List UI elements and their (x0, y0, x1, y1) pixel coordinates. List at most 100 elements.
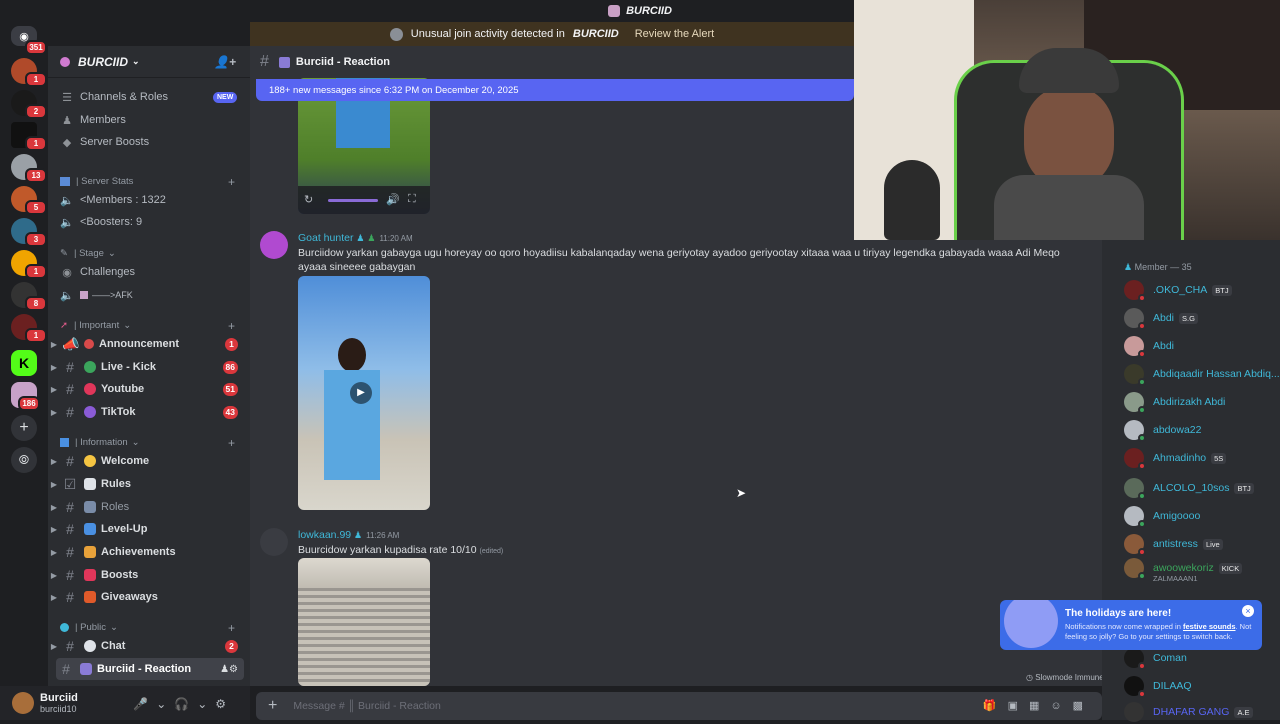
avatar (1124, 336, 1146, 358)
member-tag: Live (1202, 538, 1223, 550)
author-name[interactable]: lowkaan.99 (298, 529, 351, 541)
speaker-icon: 🔈 (60, 216, 74, 229)
new-messages-bar[interactable]: 188+ new messages since 6:32 PM on Decem… (256, 79, 854, 101)
channel-chat[interactable]: ▶ # Chat 2 (48, 635, 250, 657)
message-input[interactable]: + Message # ║ Burciid - Reaction 🎁▣▦☺▩ (256, 692, 1102, 720)
category-public[interactable]: | Public ⌄ + (60, 621, 235, 635)
message-author[interactable]: lowkaan.99 ♟ 11:26 AM (298, 529, 399, 541)
member-item[interactable]: antistress Live (1124, 532, 1223, 556)
member-item[interactable]: Abdiqaadir Hassan Abdiq... (1124, 362, 1280, 386)
stage-challenges[interactable]: ◉ Challenges (60, 262, 135, 282)
status-online-icon (1138, 406, 1146, 414)
chevron-right-icon: ▶ (50, 570, 58, 580)
members-link[interactable]: ♟ Members (60, 110, 126, 130)
avatar (1124, 478, 1146, 500)
volume-icon[interactable]: 🔊 (386, 193, 400, 206)
video-progress[interactable] (328, 199, 378, 202)
message-input-placeholder[interactable]: Message # ║ Burciid - Reaction (293, 700, 441, 712)
new-badge: NEW (213, 91, 238, 103)
message-author[interactable]: Goat hunter ♟ ♟ 11:20 AM (298, 232, 413, 244)
category-label: | Public (75, 622, 106, 633)
chevron-right-icon: ▶ (50, 502, 58, 512)
avatar[interactable] (260, 528, 288, 556)
server-header[interactable]: BURCIID ⌄ 👤+ (48, 46, 250, 78)
play-icon[interactable]: ▶ (350, 382, 372, 404)
webcam-hat (1019, 48, 1119, 93)
member-item[interactable]: Abdi S.G (1124, 306, 1198, 330)
speaker-icon: 🔈 (60, 289, 74, 302)
review-alert-button[interactable]: Review the Alert (635, 28, 714, 40)
category-important[interactable]: ➚ | Important ⌄ + (60, 319, 235, 333)
category-server-stats[interactable]: | Server Stats + (60, 175, 235, 189)
member-item[interactable]: Amigoooo (1124, 504, 1200, 528)
channel-tiktok[interactable]: ▶ # TikTok 43 (48, 401, 250, 423)
video-attachment[interactable]: ▶ (298, 276, 430, 510)
members-icon: ♟ (1124, 262, 1133, 272)
add-channel-icon[interactable]: + (228, 436, 235, 450)
kick-guild-icon[interactable]: K (11, 350, 37, 376)
chevron-down-icon: ⌄ (131, 437, 140, 448)
replay-icon[interactable]: ↻ (304, 193, 313, 206)
add-channel-icon[interactable]: + (228, 319, 235, 333)
hash-icon: # (66, 499, 74, 515)
add-channel-icon[interactable]: + (228, 621, 235, 635)
channel-level-up[interactable]: ▶ # Level-Up (48, 518, 250, 540)
attach-plus-icon[interactable]: + (268, 697, 277, 715)
category-stage[interactable]: ✎ | Stage ⌄ (60, 248, 116, 259)
channel-settings-icon[interactable]: ♟⚙ (220, 664, 238, 675)
holiday-mascot-icon (1004, 600, 1058, 648)
alert-banner: Unusual join activity detected in BURCII… (250, 22, 854, 46)
channel-youtube[interactable]: ▶ # Youtube 51 (48, 378, 250, 400)
member-item[interactable]: awoowekoriz KICK ZALMAAAN1 (1124, 556, 1243, 583)
festive-sounds-link[interactable]: festive sounds (1183, 622, 1236, 631)
channel-label: TikTok (101, 406, 136, 418)
avatar[interactable] (12, 692, 34, 714)
channel-boosts[interactable]: ▶ # Boosts (48, 564, 250, 586)
stat-members[interactable]: 🔈 <Members : 1322 (60, 190, 166, 210)
member-item[interactable]: .OKO_CHA BTJ (1124, 278, 1232, 302)
close-icon[interactable]: × (1242, 605, 1254, 617)
user-controls[interactable]: 🎤⌄🎧⌄⚙ (133, 697, 234, 711)
channels-roles-link[interactable]: ☰ Channels & Roles NEW (60, 87, 238, 107)
member-name: .OKO_CHA (1153, 284, 1208, 296)
channel-welcome[interactable]: ▶ # Welcome (48, 450, 250, 472)
mention-count: 86 (222, 360, 238, 374)
avatar (1124, 364, 1146, 386)
video-attachment[interactable] (298, 558, 430, 686)
holiday-notification[interactable]: The holidays are here! Notifications now… (1000, 600, 1262, 650)
member-item[interactable]: ALCOLO_10sos BTJ (1124, 476, 1254, 500)
member-tag: KICK (1218, 562, 1243, 574)
member-item[interactable]: Abdi (1124, 334, 1174, 358)
avatar[interactable] (260, 231, 288, 259)
fullscreen-icon[interactable]: ⛶ (408, 193, 416, 206)
member-item[interactable]: Ahmadinho 5S (1124, 446, 1227, 470)
member-item[interactable]: abdowa22 (1124, 418, 1201, 442)
member-item[interactable]: DILAAQ (1124, 674, 1192, 698)
add-channel-icon[interactable]: + (228, 175, 235, 189)
invite-user-icon[interactable]: 👤+ (214, 55, 236, 69)
avatar (1124, 702, 1144, 722)
member-item[interactable]: DHAFAR GANG A.E (1124, 700, 1253, 724)
voice-afk[interactable]: 🔈 ——>AFK (60, 285, 133, 305)
channel-label: Roles (101, 501, 130, 513)
channel-achievements[interactable]: ▶ # Achievements (48, 541, 250, 563)
member-item[interactable]: Abdirizakh Abdi (1124, 390, 1225, 414)
channel-label: Chat (101, 640, 126, 652)
guild-badge: 1 (25, 328, 47, 343)
discover-icon[interactable]: ⦾ (11, 447, 37, 473)
channel-roles[interactable]: ▶ # Roles (48, 496, 250, 518)
channel-rules[interactable]: ▶ ☑ Rules (48, 473, 250, 495)
author-name[interactable]: Goat hunter (298, 232, 353, 244)
category-information[interactable]: | Information ⌄ + (60, 436, 235, 450)
channel-live-kick[interactable]: ▶ # Live - Kick 86 (48, 356, 250, 378)
channel-giveaways[interactable]: ▶ # Giveaways (48, 586, 250, 608)
emoji-icon (84, 591, 96, 603)
input-actions[interactable]: 🎁▣▦☺▩ (983, 699, 1094, 712)
channel-burciid-reaction[interactable]: # Burciid - Reaction ♟⚙ (56, 658, 244, 680)
channel-label: Giveaways (101, 591, 158, 603)
stat-boosters[interactable]: 🔈 <Boosters: 9 (60, 212, 142, 232)
server-boosts-link[interactable]: ◆ Server Boosts (60, 132, 149, 152)
channel-announcement[interactable]: ▶ 📣 Announcement 1 (48, 333, 250, 355)
add-server-icon[interactable]: + (11, 415, 37, 441)
channel-label: Announcement (99, 338, 180, 350)
